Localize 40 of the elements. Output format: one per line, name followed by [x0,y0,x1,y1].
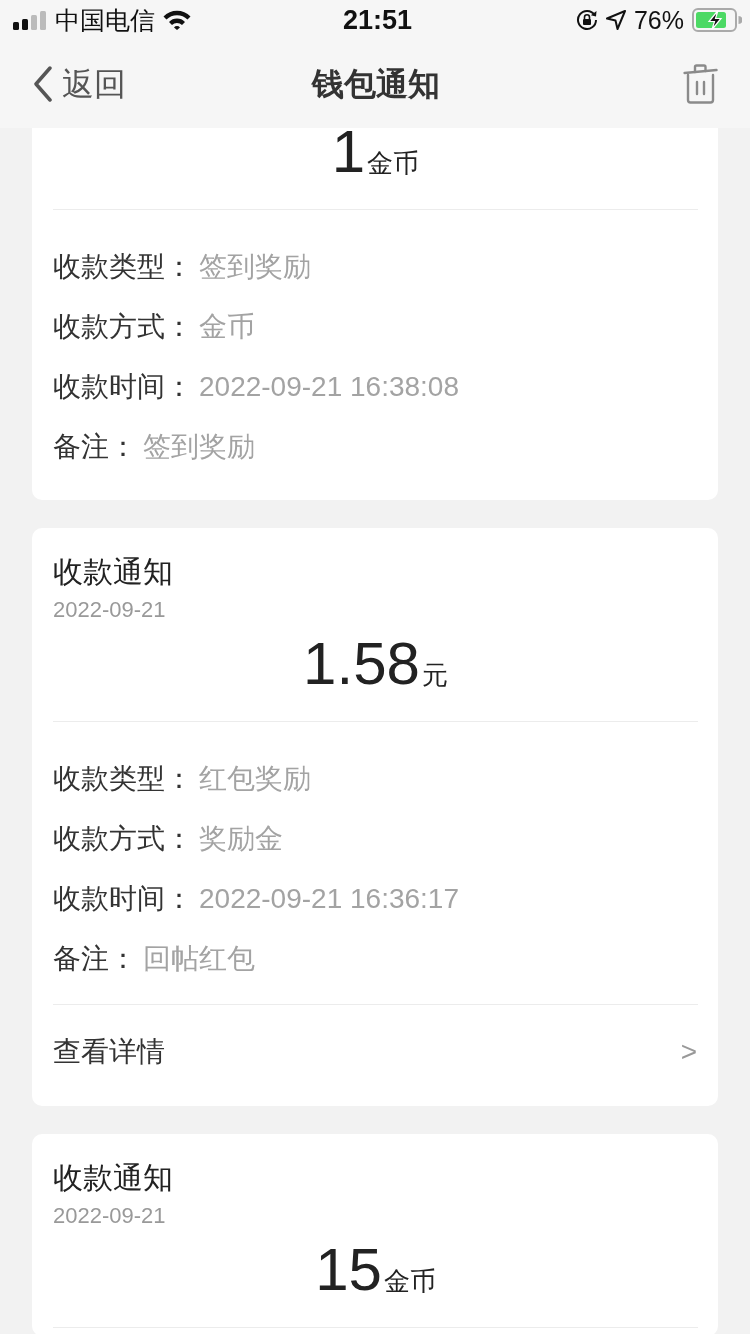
field-label: 备注： [53,942,137,976]
field-value: 奖励金 [199,822,283,856]
field-label: 收款时间： [53,882,193,916]
field-label: 收款时间： [53,370,193,404]
back-button[interactable]: 返回 [33,64,126,104]
amount-value: 1 [331,129,366,175]
field-value: 回帖红包 [143,942,255,976]
field-label: 收款方式： [53,822,193,856]
card-title: 收款通知 [53,554,174,590]
field-value: 签到奖励 [199,250,311,284]
field-value: 金币 [199,310,255,344]
amount-unit: 金币 [367,148,420,178]
field-value: 2022-09-21 16:38:08 [199,370,459,404]
carrier-name: 中国电信 [55,5,155,35]
field-label: 备注： [53,430,137,464]
amount-unit: 金币 [383,1266,436,1296]
card-date: 2022-09-21 [53,1202,167,1230]
back-chevron-icon [33,66,52,102]
amount-value: 15 [315,1247,382,1293]
view-details-button[interactable]: 查看详情 > [53,1005,698,1098]
nav-title: 钱包通知 [311,65,440,104]
battery-percent: 76% [633,5,684,35]
signal-icon [13,10,47,30]
card-title: 收款通知 [53,1160,174,1196]
wifi-icon [163,10,191,30]
trash-icon [683,64,718,104]
field-label: 收款类型： [53,250,193,284]
rotation-lock-icon [575,9,598,31]
amount-unit: 元 [421,660,448,690]
amount-value: 1.58 [303,641,420,687]
location-arrow-icon [605,10,626,30]
field-value: 签到奖励 [143,430,255,464]
delete-button[interactable] [683,64,718,104]
field-label: 收款类型： [53,762,193,796]
field-value: 2022-09-21 16:36:17 [199,882,459,916]
field-value: 红包奖励 [199,762,311,796]
card-date: 2022-09-21 [53,596,167,624]
status-time: 21:51 [342,5,413,35]
field-label: 收款方式： [53,310,193,344]
battery-charging-icon [692,8,742,32]
